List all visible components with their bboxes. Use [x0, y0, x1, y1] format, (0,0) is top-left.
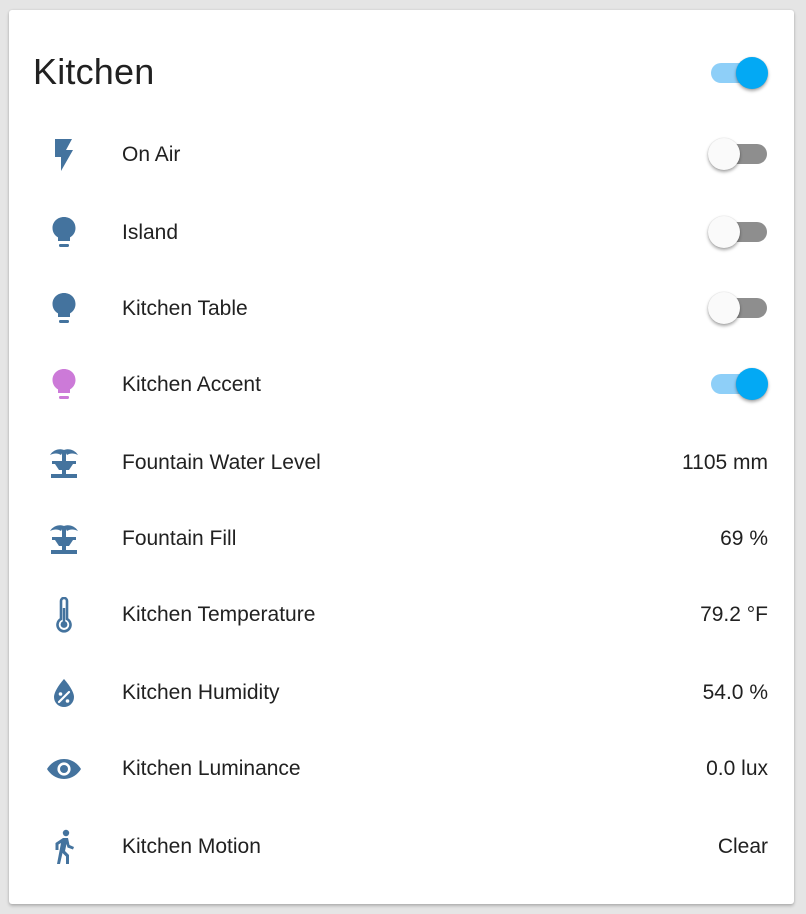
- entity-row-fountain-water-level[interactable]: Fountain Water Level 1105 mm: [9, 424, 794, 500]
- toggle-thumb: [708, 216, 740, 248]
- card-header: Kitchen: [9, 10, 794, 125]
- toggle-thumb: [736, 368, 768, 400]
- entity-value: 79.2 °F: [700, 603, 768, 626]
- entity-label: Fountain Fill: [122, 527, 237, 550]
- entity-row-kitchen-humidity[interactable]: Kitchen Humidity 54.0 %: [9, 654, 794, 730]
- flash-icon: [45, 136, 83, 174]
- lightbulb-icon: [45, 366, 83, 404]
- entity-row-kitchen-temperature[interactable]: Kitchen Temperature 79.2 °F: [9, 576, 794, 652]
- eye-icon: [45, 750, 83, 788]
- entity-label: Kitchen Table: [122, 297, 248, 320]
- fountain-icon: [45, 444, 83, 482]
- kitchen-card: Kitchen On Air Island Kitchen Table Kitc…: [9, 10, 794, 904]
- entity-row-on-air: On Air: [9, 116, 794, 192]
- toggle-thumb: [708, 138, 740, 170]
- entity-label: On Air: [122, 143, 181, 166]
- on-air-toggle[interactable]: [708, 135, 771, 173]
- entity-value: 1105 mm: [682, 451, 768, 474]
- entity-value: 69 %: [720, 527, 768, 550]
- entity-value: 54.0 %: [702, 681, 768, 704]
- lightbulb-icon: [45, 214, 83, 252]
- lightbulb-icon: [45, 290, 83, 328]
- entity-row-fountain-fill[interactable]: Fountain Fill 69 %: [9, 500, 794, 576]
- entity-row-kitchen-motion[interactable]: Kitchen Motion Clear: [9, 808, 794, 884]
- entity-row-kitchen-table: Kitchen Table: [9, 270, 794, 346]
- toggle-thumb: [708, 292, 740, 324]
- master-toggle[interactable]: [709, 54, 771, 92]
- card-title: Kitchen: [33, 51, 155, 92]
- kitchen-table-toggle[interactable]: [708, 289, 771, 327]
- toggle-thumb: [736, 57, 768, 89]
- walk-icon: [45, 828, 83, 866]
- kitchen-accent-toggle[interactable]: [709, 365, 771, 403]
- entity-label: Island: [122, 221, 179, 244]
- thermometer-icon: [45, 596, 83, 634]
- entity-row-kitchen-luminance[interactable]: Kitchen Luminance 0.0 lux: [9, 730, 794, 806]
- entity-label: Kitchen Motion: [122, 835, 261, 858]
- entity-row-island: Island: [9, 194, 794, 270]
- fountain-icon: [45, 520, 83, 558]
- entity-label: Kitchen Humidity: [122, 681, 280, 704]
- entity-label: Kitchen Accent: [122, 373, 261, 396]
- entity-label: Kitchen Temperature: [122, 603, 316, 626]
- island-toggle[interactable]: [708, 213, 771, 251]
- entity-label: Kitchen Luminance: [122, 757, 301, 780]
- entity-value: 0.0 lux: [706, 757, 768, 780]
- entity-label: Fountain Water Level: [122, 451, 321, 474]
- entity-row-kitchen-accent: Kitchen Accent: [9, 346, 794, 422]
- water-percent-icon: [45, 674, 83, 712]
- entity-value: Clear: [717, 835, 768, 858]
